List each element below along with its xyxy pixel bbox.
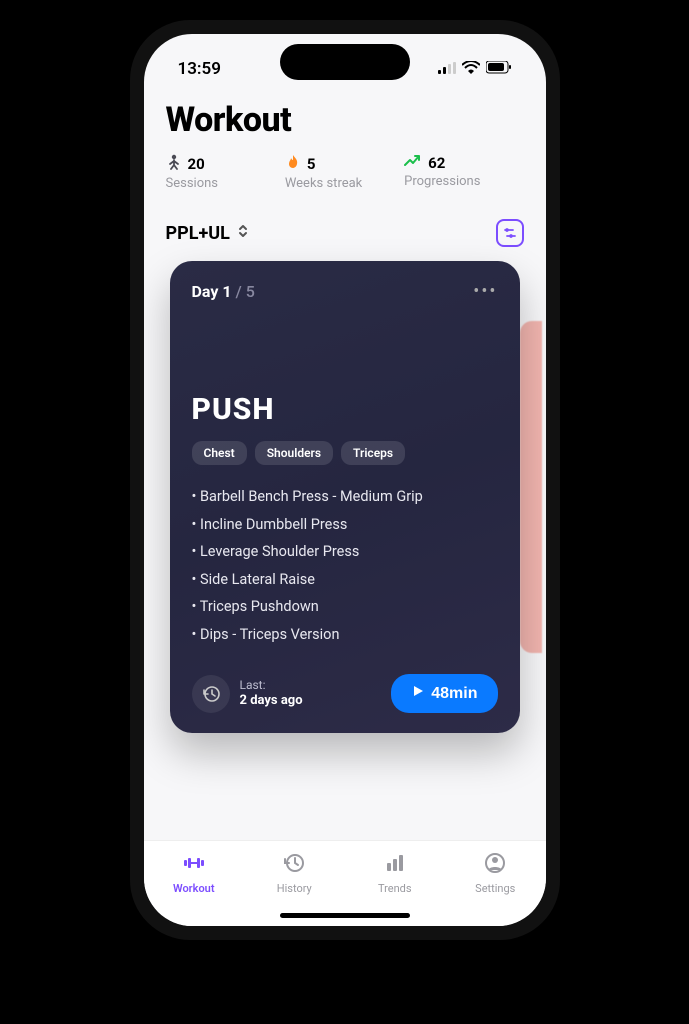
stat-sessions-label: Sessions	[166, 176, 285, 191]
cellular-icon	[438, 59, 456, 79]
duration-label: 48min	[431, 685, 477, 703]
stat-streak: 5 Weeks streak	[285, 154, 404, 191]
home-indicator[interactable]	[280, 913, 410, 918]
exercise-item: • Triceps Pushdown	[192, 593, 498, 621]
tab-label: Workout	[173, 882, 215, 895]
flame-icon	[285, 154, 301, 174]
exercise-list: • Barbell Bench Press - Medium Grip • In…	[192, 483, 498, 648]
page-title: Workout	[166, 100, 524, 140]
history-icon	[192, 675, 230, 713]
wifi-icon	[462, 59, 480, 79]
card-more-button[interactable]: •••	[473, 281, 497, 302]
stat-progressions-label: Progressions	[404, 174, 523, 189]
trend-up-icon	[404, 154, 422, 172]
tab-label: Settings	[475, 882, 515, 895]
exercise-item: • Barbell Bench Press - Medium Grip	[192, 483, 498, 511]
card-day-total: / 5	[236, 282, 255, 301]
chevron-updown-icon	[236, 223, 250, 244]
card-day-indicator: Day 1 / 5	[192, 282, 255, 301]
muscle-tag: Triceps	[341, 441, 405, 465]
tab-settings[interactable]: Settings	[445, 851, 546, 895]
workout-card[interactable]: Day 1 / 5 ••• PUSH Chest Shoulders Trice…	[170, 261, 520, 733]
tab-label: Trends	[378, 882, 412, 895]
person-icon	[166, 154, 182, 174]
plan-selector[interactable]: PPL+UL	[166, 223, 250, 244]
stat-streak-label: Weeks streak	[285, 176, 404, 191]
start-workout-button[interactable]: 48min	[391, 674, 497, 713]
muscle-tag: Chest	[192, 441, 247, 465]
history-icon	[282, 851, 306, 878]
stat-progressions-value: 62	[428, 154, 445, 172]
tab-trends[interactable]: Trends	[345, 851, 446, 895]
tab-history[interactable]: History	[244, 851, 345, 895]
last-session-info: Last: 2 days ago	[192, 675, 303, 713]
plan-name-label: PPL+UL	[166, 223, 230, 244]
workout-title: PUSH	[192, 392, 498, 427]
battery-icon	[486, 59, 512, 79]
last-value: 2 days ago	[240, 693, 303, 708]
tab-label: History	[277, 882, 312, 895]
stat-progressions: 62 Progressions	[404, 154, 523, 191]
dynamic-island	[280, 44, 410, 80]
person-circle-icon	[483, 851, 507, 878]
phone-frame: 13:59 Workout	[130, 20, 560, 940]
exercise-item: • Dips - Triceps Version	[192, 621, 498, 649]
muscle-tag: Shoulders	[255, 441, 333, 465]
muscle-tag-row: Chest Shoulders Triceps	[192, 441, 498, 465]
dumbbell-icon	[182, 851, 206, 878]
exercise-item: • Side Lateral Raise	[192, 566, 498, 594]
card-day-current: Day 1	[192, 282, 232, 301]
stats-row: 20 Sessions 5 Weeks streak	[166, 154, 524, 191]
screen: 13:59 Workout	[144, 34, 546, 926]
stat-streak-value: 5	[307, 155, 316, 173]
bars-icon	[383, 851, 407, 878]
stat-sessions: 20 Sessions	[166, 154, 285, 191]
last-label: Last:	[240, 678, 303, 694]
status-time: 13:59	[178, 59, 221, 79]
tab-workout[interactable]: Workout	[144, 851, 245, 895]
next-card-peek[interactable]	[520, 321, 542, 653]
filter-button[interactable]	[496, 219, 524, 247]
stat-sessions-value: 20	[188, 155, 205, 173]
play-icon	[411, 684, 425, 703]
exercise-item: • Incline Dumbbell Press	[192, 511, 498, 539]
exercise-item: • Leverage Shoulder Press	[192, 538, 498, 566]
